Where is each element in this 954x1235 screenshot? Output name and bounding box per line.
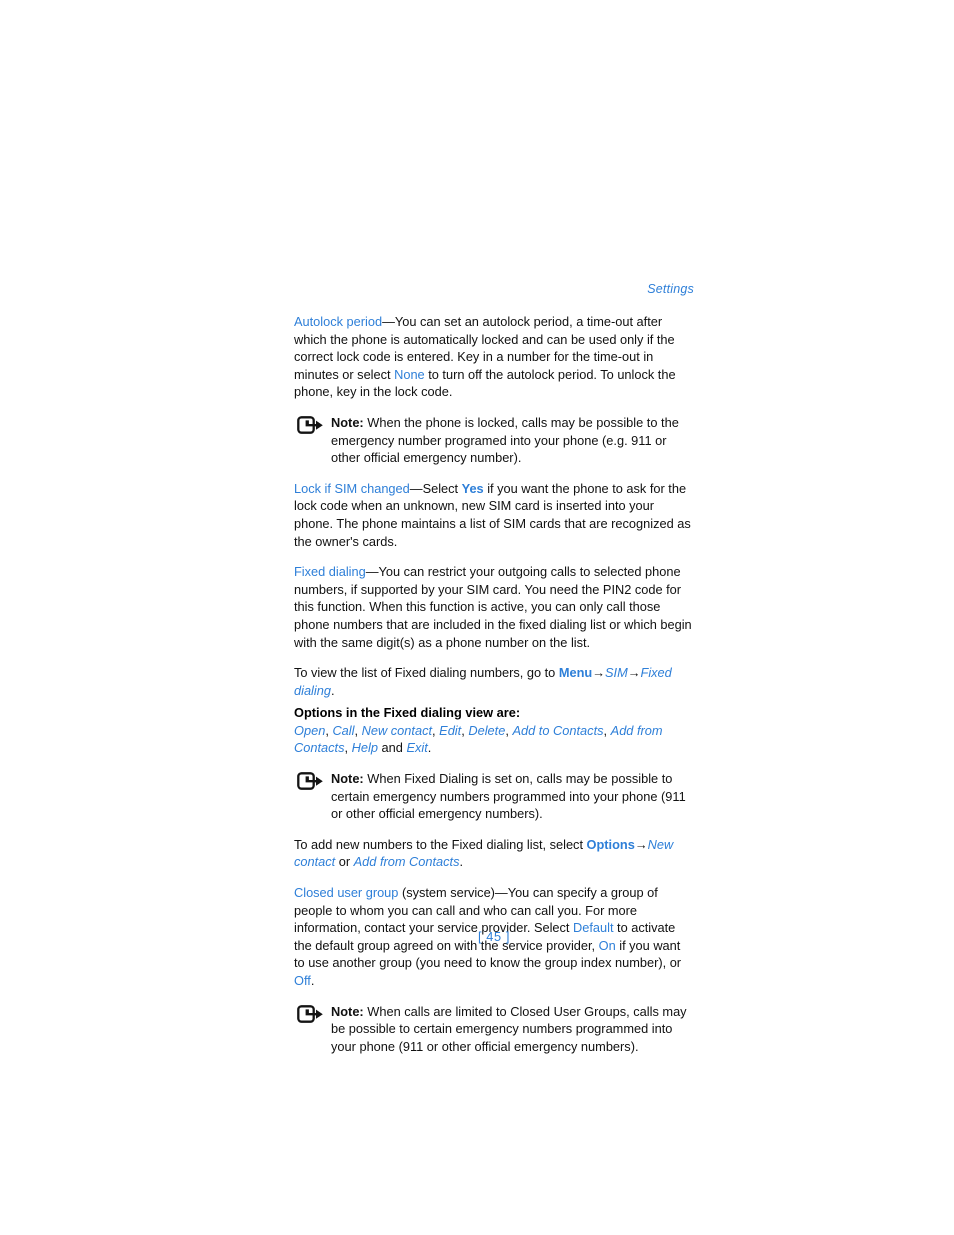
term-lock-if-sim-changed: Lock if SIM changed (294, 480, 410, 496)
sep-2: , (354, 722, 362, 738)
arrow-icon-2: → (627, 665, 641, 681)
option-call: Call (332, 722, 355, 738)
option-new-contact: New contact (361, 722, 433, 738)
note-text-locked-phone: Note: When the phone is locked, calls ma… (331, 414, 694, 467)
option-exit: Exit (406, 740, 428, 756)
paragraph-autolock-period: Autolock period—You can set an autolock … (294, 313, 694, 401)
note-arrow-icon (297, 1004, 324, 1023)
note-text-closed-user-groups: Note: When calls are limited to Closed U… (331, 1003, 694, 1056)
options-list: Open, Call, New contact, Edit, Delete, A… (294, 722, 694, 757)
note-block-closed-user-groups: Note: When calls are limited to Closed U… (294, 1003, 694, 1056)
menu-item-add-from-contacts: Add from Contacts (353, 854, 460, 870)
note-block-locked-phone: Note: When the phone is locked, calls ma… (294, 414, 694, 467)
paragraph-lock-if-sim-changed: Lock if SIM changed—Select Yes if you wa… (294, 480, 694, 550)
options-heading: Options in the Fixed dialing view are: (294, 705, 521, 721)
cug-text-4: . (310, 973, 315, 988)
running-head: Settings (647, 282, 694, 296)
add-numbers-period: . (459, 854, 464, 870)
value-off: Off (294, 973, 311, 988)
paragraph-view-fixed-dialing-path: To view the list of Fixed dialing number… (294, 664, 694, 699)
menu-item-menu: Menu (558, 665, 593, 681)
value-none: None (394, 366, 425, 382)
note-body: When Fixed Dialing is set on, calls may … (331, 771, 686, 822)
note-body: When the phone is locked, calls may be p… (331, 414, 679, 466)
document-page: Settings Autolock period—You can set an … (0, 0, 954, 1235)
note-arrow-icon (297, 772, 324, 790)
term-fixed-dialing: Fixed dialing (294, 564, 366, 580)
menu-item-options: Options (586, 836, 635, 852)
option-add-to-contacts: Add to Contacts (512, 722, 604, 738)
page-number: [ 45 ] (477, 929, 511, 944)
option-help: Help (351, 740, 378, 756)
term-autolock-period: Autolock period (294, 314, 383, 329)
conjunction-and: and (377, 740, 407, 756)
page-content: Settings Autolock period—You can set an … (294, 282, 694, 1068)
dash-autolock: — (382, 314, 395, 329)
arrow-icon-3: → (634, 836, 648, 852)
add-numbers-text-2: or (335, 854, 354, 870)
note-label: Note: (331, 1003, 364, 1019)
note-arrow-icon (297, 416, 324, 434)
add-numbers-text-1: To add new numbers to the Fixed dialing … (294, 836, 587, 852)
view-list-period: . (330, 682, 335, 698)
view-list-text-1: To view the list of Fixed dialing number… (294, 665, 559, 681)
sep-6: , (603, 722, 611, 738)
arrow-icon-1: → (592, 665, 605, 681)
lock-if-sim-text-1: Select (422, 480, 462, 496)
option-delete: Delete (468, 722, 506, 738)
dash-fixed-dialing: — (365, 564, 379, 580)
option-open: Open (294, 722, 326, 738)
note-body: When calls are limited to Closed User Gr… (331, 1003, 687, 1054)
option-edit: Edit (439, 722, 462, 738)
term-closed-user-group: Closed user group (294, 885, 399, 901)
sep-7: , (344, 740, 352, 756)
note-label: Note: (331, 771, 364, 787)
menu-item-sim: SIM (605, 665, 628, 681)
value-yes: Yes (461, 480, 484, 496)
note-label: Note: (331, 414, 364, 430)
paragraph-add-numbers-path: To add new numbers to the Fixed dialing … (294, 836, 694, 871)
paragraph-fixed-dialing: Fixed dialing—You can restrict your outg… (294, 563, 694, 651)
options-period: . (427, 740, 432, 756)
note-text-fixed-dialing: Note: When Fixed Dialing is set on, call… (331, 770, 694, 823)
dash-lock-if-sim: — (409, 480, 423, 496)
note-block-fixed-dialing: Note: When Fixed Dialing is set on, call… (294, 770, 694, 823)
